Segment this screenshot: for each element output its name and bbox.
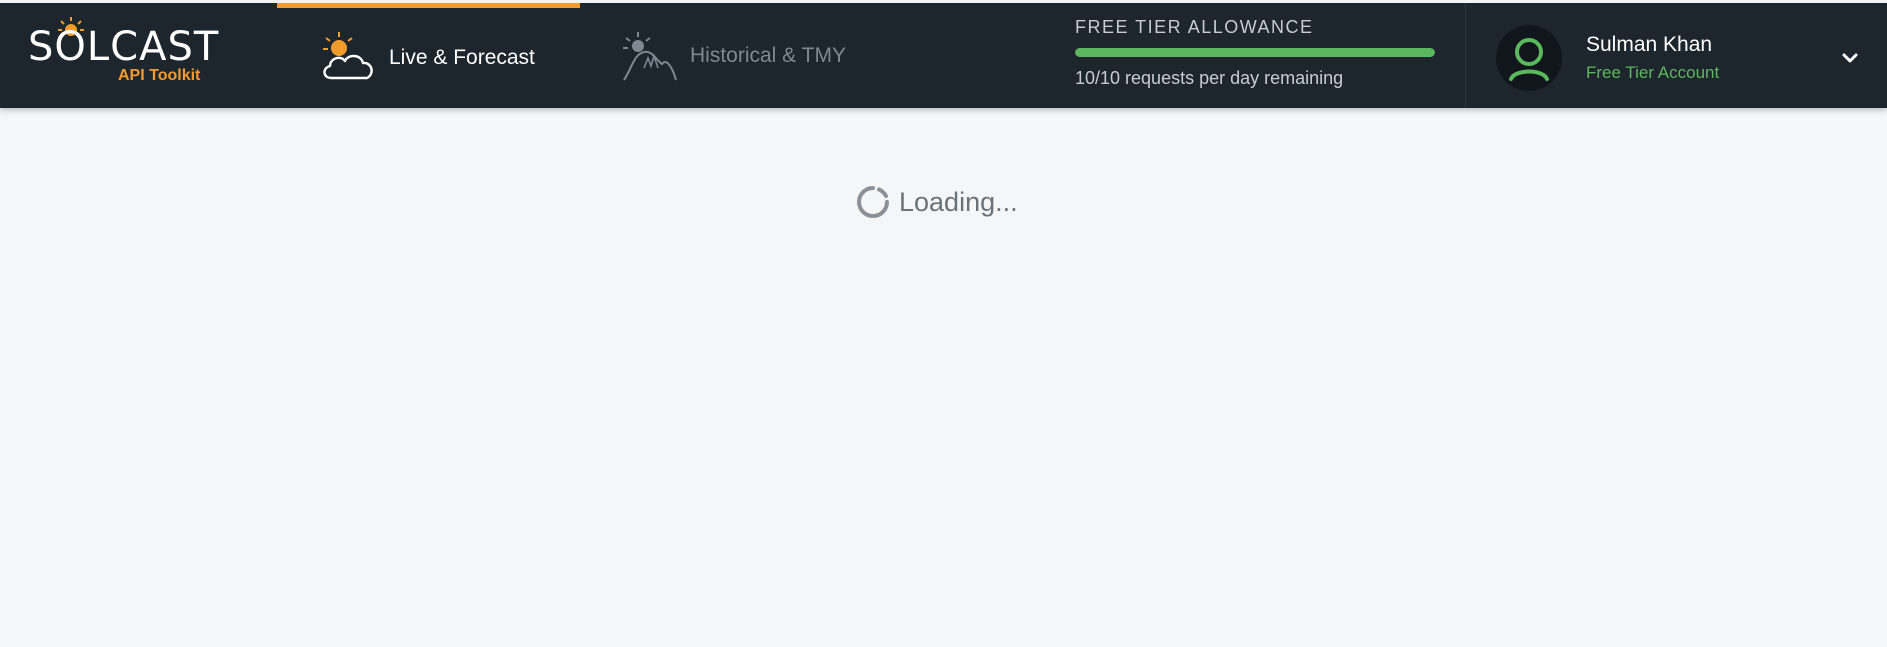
user-menu[interactable]: Sulman Khan Free Tier Account bbox=[1496, 25, 1866, 91]
allowance-remaining-text: 10/10 requests per day remaining bbox=[1075, 68, 1344, 88]
top-navbar: SOLCAST API Toolkit Live & Forecast Hist… bbox=[0, 0, 1887, 108]
avatar bbox=[1496, 25, 1562, 91]
allowance-progress-fill bbox=[1075, 48, 1435, 57]
loading-indicator: Loading... bbox=[855, 184, 1018, 220]
free-tier-allowance: FREE TIER ALLOWANCE 10/10 requests per d… bbox=[1075, 17, 1435, 89]
allowance-title: FREE TIER ALLOWANCE bbox=[1075, 17, 1314, 37]
tab-historical-tmy-label: Historical & TMY bbox=[690, 43, 846, 67]
loading-text: Loading... bbox=[899, 186, 1018, 217]
user-account-tier: Free Tier Account bbox=[1586, 63, 1720, 82]
tab-live-forecast-label: Live & Forecast bbox=[389, 46, 535, 69]
user-name: Sulman Khan bbox=[1586, 33, 1713, 56]
sun-mountain-icon bbox=[623, 31, 677, 81]
logo-subtitle: API Toolkit bbox=[118, 67, 201, 84]
allowance-progress-bar bbox=[1075, 48, 1435, 57]
loading-spinner-icon bbox=[857, 186, 889, 218]
navbar-divider bbox=[1465, 3, 1466, 108]
logo-wordmark: SOLCAST bbox=[28, 24, 220, 70]
solcast-logo[interactable]: SOLCAST API Toolkit bbox=[28, 17, 218, 89]
sun-cloud-icon bbox=[323, 32, 373, 80]
chevron-down-icon[interactable] bbox=[1842, 51, 1858, 65]
tab-historical-tmy[interactable]: Historical & TMY bbox=[600, 3, 900, 108]
user-avatar-icon bbox=[1509, 38, 1549, 81]
tab-live-forecast[interactable]: Live & Forecast bbox=[277, 3, 580, 108]
